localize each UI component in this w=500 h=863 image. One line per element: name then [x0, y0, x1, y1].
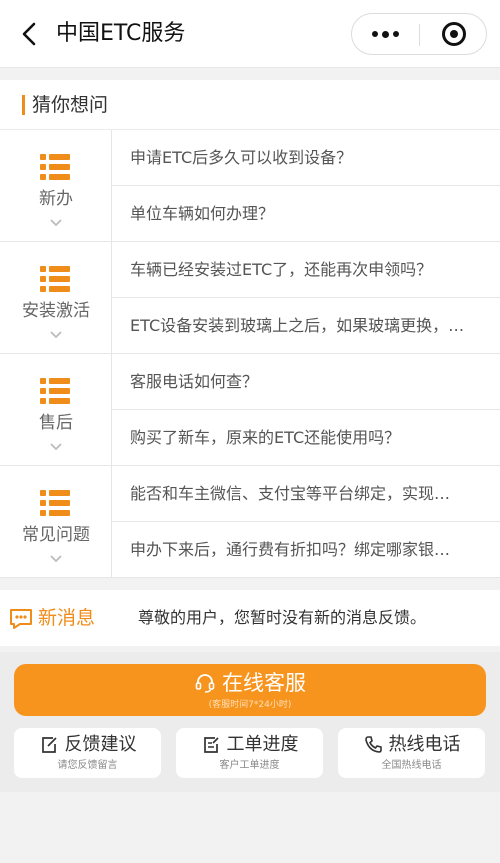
category-tab[interactable]: 安装激活 — [0, 242, 112, 354]
chevron-down-icon — [50, 443, 62, 451]
faq-category: 常见问题 能否和车主微信、支付宝等平台绑定，实现… 申办下来后，通行费有折扣吗？… — [0, 466, 500, 578]
close-button[interactable] — [420, 14, 487, 54]
category-name: 常见问题 — [22, 525, 90, 545]
message-icon — [10, 609, 32, 629]
online-service-button[interactable]: 在线客服 (客服时间7*24小时) — [14, 664, 486, 716]
question-item[interactable]: ETC设备安装到玻璃上之后，如果玻璃更换，… — [112, 298, 500, 354]
accent-bar — [22, 95, 25, 115]
category-tab[interactable]: 常见问题 — [0, 466, 112, 578]
more-button[interactable] — [352, 14, 419, 54]
document-edit-icon — [203, 737, 219, 753]
feedback-label: 反馈建议 — [64, 734, 137, 755]
section-header-guess: 猜你想问 — [0, 80, 500, 130]
question-item[interactable]: 购买了新车，原来的ETC还能使用吗？ — [112, 410, 500, 466]
more-icon — [372, 31, 378, 37]
online-service-label: 在线客服 — [222, 671, 306, 695]
chevron-down-icon — [50, 331, 62, 339]
category-name: 售后 — [39, 413, 73, 433]
list-icon — [40, 490, 70, 516]
chevron-left-icon — [22, 22, 36, 46]
feedback-button[interactable]: 反馈建议 请您反馈留言 — [14, 728, 161, 778]
service-hours: (客服时间7*24小时) — [208, 700, 292, 710]
question-item[interactable]: 客服电话如何查？ — [112, 354, 500, 410]
page-title: 中国ETC服务 — [56, 21, 186, 46]
hotline-sublabel: 全国热线电话 — [381, 760, 442, 771]
list-icon — [40, 266, 70, 292]
question-item[interactable]: 能否和车主微信、支付宝等平台绑定，实现… — [112, 466, 500, 522]
chevron-down-icon — [50, 555, 62, 563]
category-name: 安装激活 — [22, 301, 90, 321]
chevron-down-icon — [50, 219, 62, 227]
list-icon — [40, 378, 70, 404]
faq-category: 安装激活 车辆已经安装过ETC了，还能再次申领吗？ ETC设备安装到玻璃上之后，… — [0, 242, 500, 354]
edit-icon — [41, 737, 57, 753]
hotline-label: 热线电话 — [388, 734, 461, 755]
phone-icon — [364, 736, 382, 753]
news-label: 新消息 — [38, 607, 96, 629]
question-item[interactable]: 单位车辆如何办理？ — [112, 186, 500, 242]
ticket-progress-label: 工单进度 — [226, 734, 299, 755]
question-item[interactable]: 申请ETC后多久可以收到设备？ — [112, 130, 500, 186]
ticket-progress-sublabel: 客户工单进度 — [219, 760, 280, 771]
headset-icon — [195, 674, 215, 693]
feedback-sublabel: 请您反馈留言 — [57, 760, 118, 771]
news-message: 尊敬的用户，您暂时没有新的消息反馈。 — [138, 608, 427, 627]
back-button[interactable] — [14, 18, 44, 50]
category-name: 新办 — [39, 189, 73, 209]
category-tab[interactable]: 新办 — [0, 130, 112, 242]
ticket-progress-button[interactable]: 工单进度 客户工单进度 — [176, 728, 323, 778]
hotline-button[interactable]: 热线电话 全国热线电话 — [338, 728, 485, 778]
faq-category: 售后 客服电话如何查？ 购买了新车，原来的ETC还能使用吗？ — [0, 354, 500, 466]
faq-list: 新办 申请ETC后多久可以收到设备？ 单位车辆如何办理？ 安装激活 车辆已经安装… — [0, 130, 500, 578]
category-tab[interactable]: 售后 — [0, 354, 112, 466]
section-title: 猜你想问 — [32, 94, 109, 116]
question-item[interactable]: 车辆已经安装过ETC了，还能再次申领吗？ — [112, 242, 500, 298]
news-bar[interactable]: 新消息 尊敬的用户，您暂时没有新的消息反馈。 — [0, 590, 500, 646]
target-icon — [441, 22, 466, 46]
question-item[interactable]: 申办下来后，通行费有折扣吗？绑定哪家银… — [112, 522, 500, 578]
faq-category: 新办 申请ETC后多久可以收到设备？ 单位车辆如何办理？ — [0, 130, 500, 242]
bottom-actions: 在线客服 (客服时间7*24小时) 反馈建议 请您反馈留言 工单进度 客户工单进… — [0, 652, 500, 792]
navigation-bar: 中国ETC服务 — [0, 0, 500, 68]
list-icon — [40, 154, 70, 180]
mini-program-capsule — [351, 13, 487, 55]
